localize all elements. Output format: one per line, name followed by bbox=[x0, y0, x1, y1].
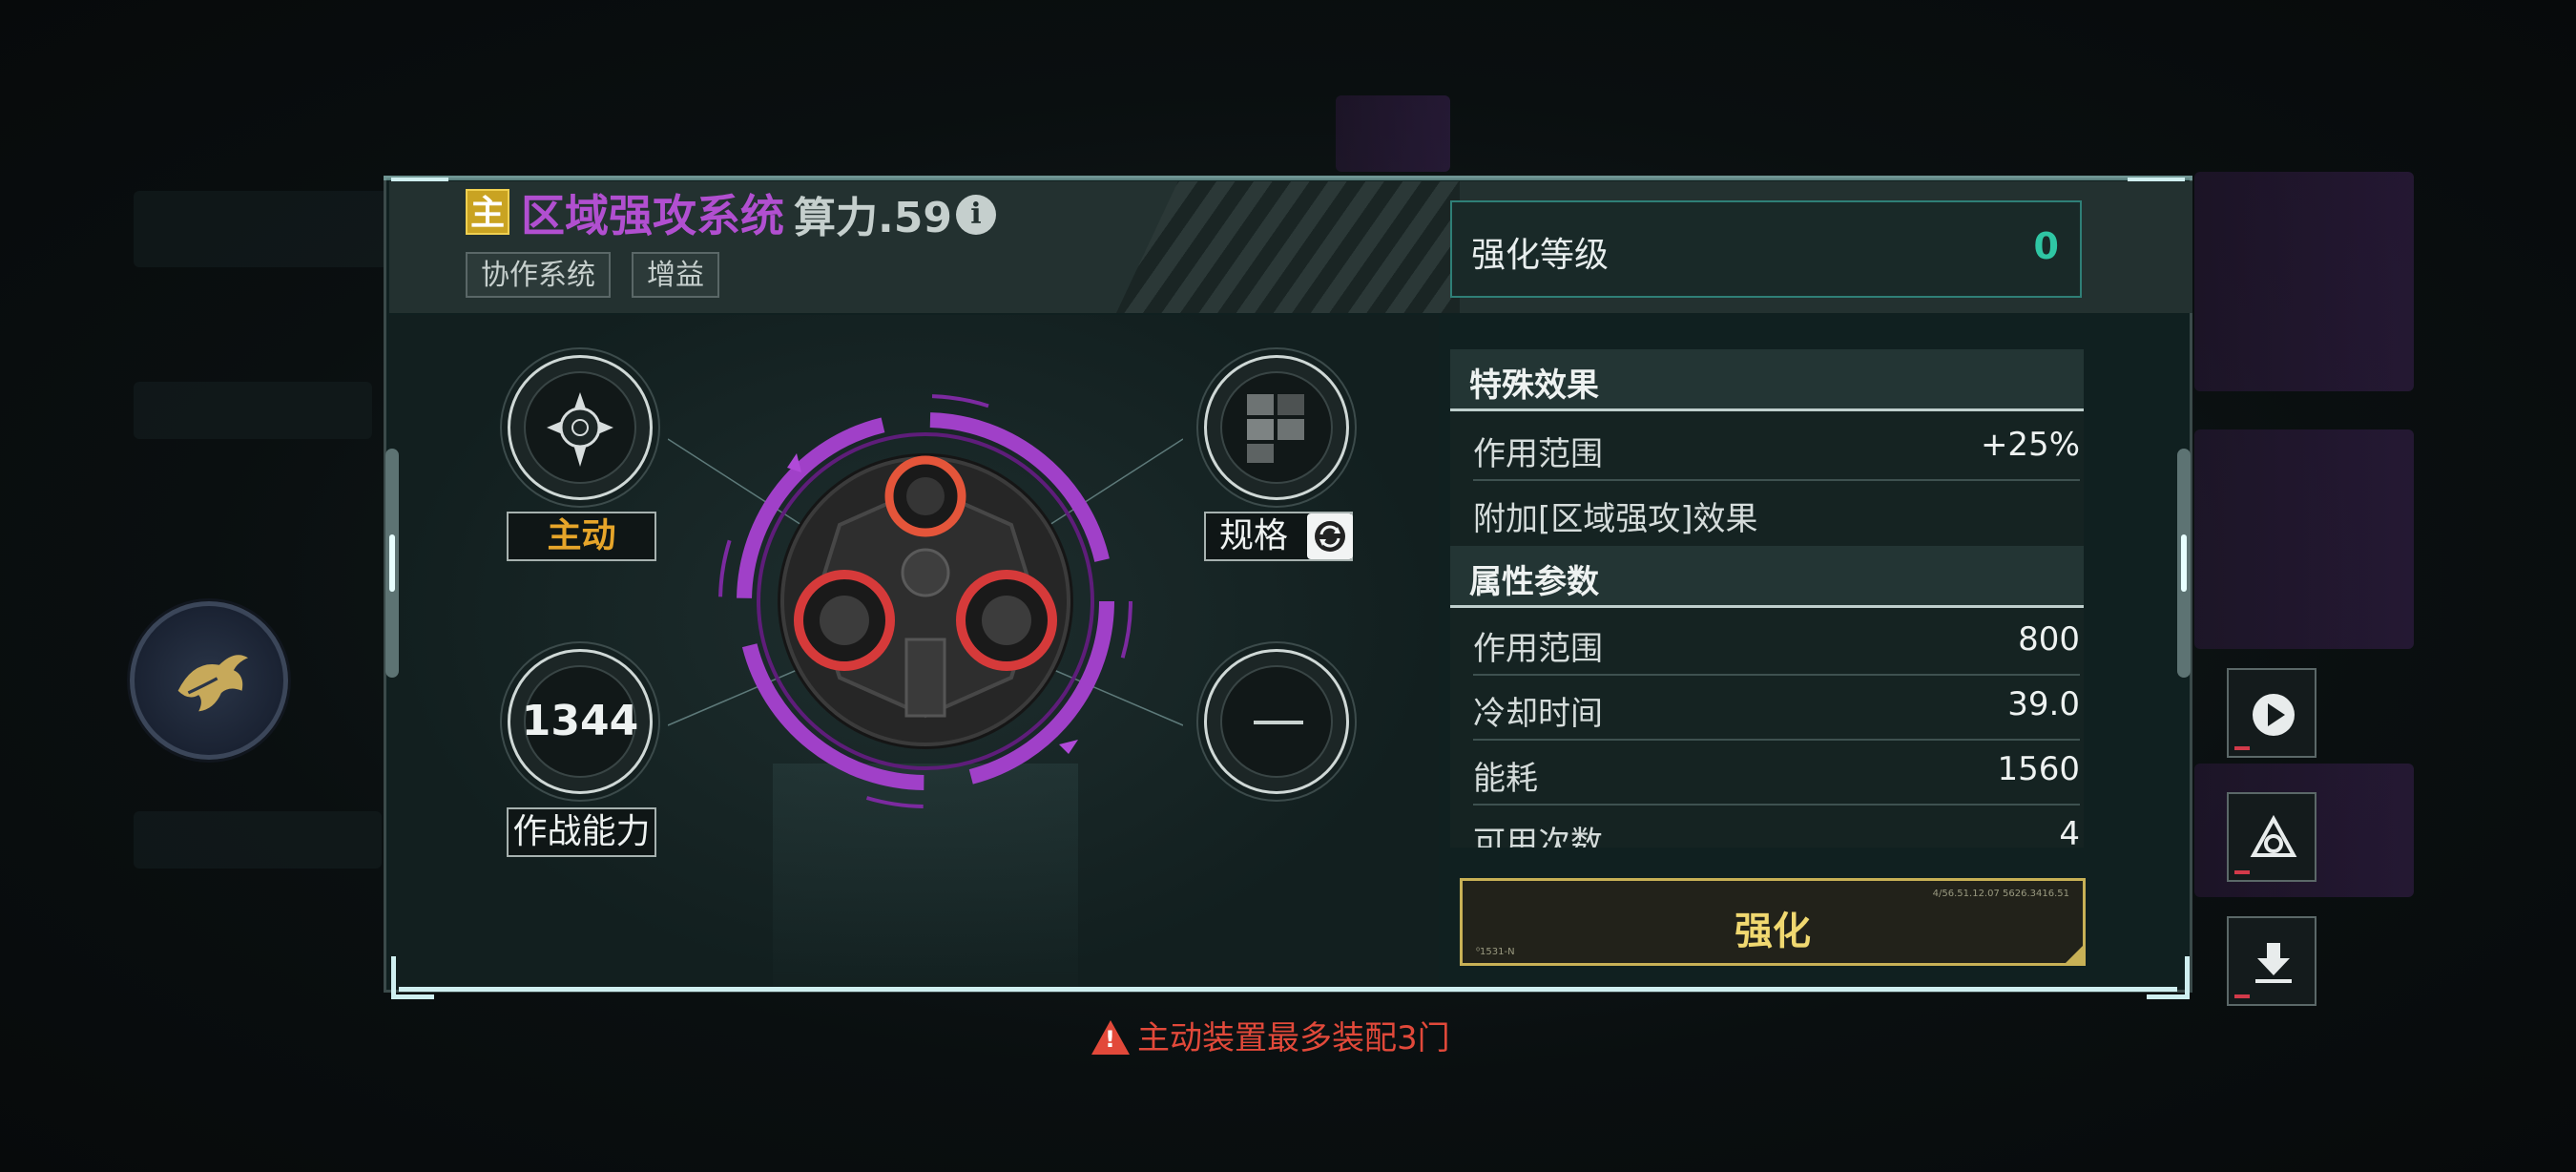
phoenix-icon bbox=[177, 655, 249, 712]
background-panel bbox=[134, 811, 382, 869]
warning-text: 主动装置最多装配3门 bbox=[1137, 1019, 1450, 1057]
device-orb-art bbox=[668, 394, 1183, 808]
effect-value: +25% bbox=[1980, 426, 2080, 464]
special-effects-header: 特殊效果 bbox=[1450, 349, 2084, 411]
download-icon bbox=[2255, 943, 2292, 983]
attributes-header: 属性参数 bbox=[1450, 546, 2084, 608]
background-panel bbox=[134, 382, 372, 439]
special-effects-title: 特殊效果 bbox=[1469, 366, 1599, 405]
background-tile bbox=[2194, 172, 2414, 391]
enhance-level-value: 0 bbox=[2033, 225, 2059, 267]
info-icon[interactable]: i bbox=[956, 195, 996, 235]
attribute-value: 1560 bbox=[1997, 750, 2080, 788]
active-label: 主动 bbox=[507, 512, 656, 561]
effect-row: 作用范围 +25% bbox=[1473, 416, 2080, 481]
stats-panel[interactable]: 特殊效果 作用范围 +25% 附加[区域强攻]效果 属性参数 作用范围 800 … bbox=[1450, 349, 2084, 848]
attribute-key: 可用次数 bbox=[1473, 825, 1603, 848]
panel-bottom-edge bbox=[399, 987, 2177, 992]
enhance-level-box: 强化等级 0 bbox=[1450, 200, 2082, 298]
play-button[interactable] bbox=[2227, 668, 2316, 758]
triangle-logo-icon bbox=[2250, 815, 2297, 857]
empty-dash-icon bbox=[1254, 721, 1303, 724]
compute-power: 算力.59 bbox=[794, 194, 952, 242]
button-micro-text: 4/56.51.12.07 5626.3416.51 bbox=[1932, 889, 2069, 899]
effect-row: 附加[区域强攻]效果 bbox=[1473, 481, 2080, 544]
active-type-slot[interactable] bbox=[508, 355, 653, 500]
combat-power-slot: 1344 bbox=[508, 649, 653, 794]
spec-slot[interactable] bbox=[1204, 355, 1349, 500]
spec-swap-button[interactable] bbox=[1307, 513, 1353, 559]
swap-icon bbox=[1315, 521, 1345, 552]
background-tile bbox=[2194, 429, 2414, 649]
attribute-row: 冷却时间 39.0 bbox=[1473, 676, 2080, 741]
panel-top-edge bbox=[384, 176, 2192, 180]
panel-corner bbox=[391, 178, 448, 191]
combat-power-label: 作战能力 bbox=[507, 807, 656, 857]
device-title: 区域强攻系统 bbox=[521, 190, 784, 241]
enhance-level-label: 强化等级 bbox=[1471, 236, 1610, 275]
faction-emblem[interactable] bbox=[130, 601, 288, 760]
target-burst-icon bbox=[547, 392, 613, 467]
empty-slot[interactable] bbox=[1204, 649, 1349, 794]
warning-icon bbox=[1091, 1020, 1130, 1055]
attribute-value: 4 bbox=[2059, 815, 2080, 848]
attribute-row: 能耗 1560 bbox=[1473, 741, 2080, 806]
spec-blocks-icon bbox=[1247, 394, 1304, 463]
main-badge: 主 bbox=[466, 189, 509, 235]
warning-message: 主动装置最多装配3门 bbox=[1091, 1012, 1450, 1058]
attribute-row: 作用范围 800 bbox=[1473, 611, 2080, 676]
enhance-button-label: 强化 bbox=[1735, 910, 1811, 953]
download-button[interactable] bbox=[2227, 916, 2316, 1006]
attributes-title: 属性参数 bbox=[1469, 563, 1599, 601]
attribute-key: 冷却时间 bbox=[1473, 695, 1603, 733]
button-micro-code: ⁰1531-N bbox=[1476, 947, 1515, 957]
effect-key: 作用范围 bbox=[1473, 435, 1603, 473]
attribute-row: 可用次数 4 bbox=[1473, 806, 2080, 848]
background-panel bbox=[134, 191, 420, 267]
tag-buff: 增益 bbox=[632, 252, 719, 298]
background-tile bbox=[1336, 95, 1450, 172]
panel-right-handle bbox=[2177, 449, 2191, 678]
panel-corner bbox=[2147, 956, 2190, 999]
effect-key: 附加[区域强攻]效果 bbox=[1473, 500, 1758, 538]
attribute-value: 39.0 bbox=[2007, 685, 2080, 723]
attribute-key: 能耗 bbox=[1473, 760, 1538, 798]
combat-power-value: 1344 bbox=[521, 697, 639, 745]
tag-collab-system: 协作系统 bbox=[466, 252, 611, 298]
panel-corner bbox=[2128, 178, 2185, 191]
attribute-value: 800 bbox=[2018, 620, 2080, 659]
attribute-key: 作用范围 bbox=[1473, 630, 1603, 668]
enhance-button[interactable]: 强化 4/56.51.12.07 5626.3416.51 ⁰1531-N bbox=[1460, 878, 2086, 966]
faction-logo-button[interactable] bbox=[2227, 792, 2316, 882]
panel-corner bbox=[391, 956, 434, 999]
play-icon bbox=[2253, 694, 2295, 736]
panel-left-handle bbox=[385, 449, 399, 678]
